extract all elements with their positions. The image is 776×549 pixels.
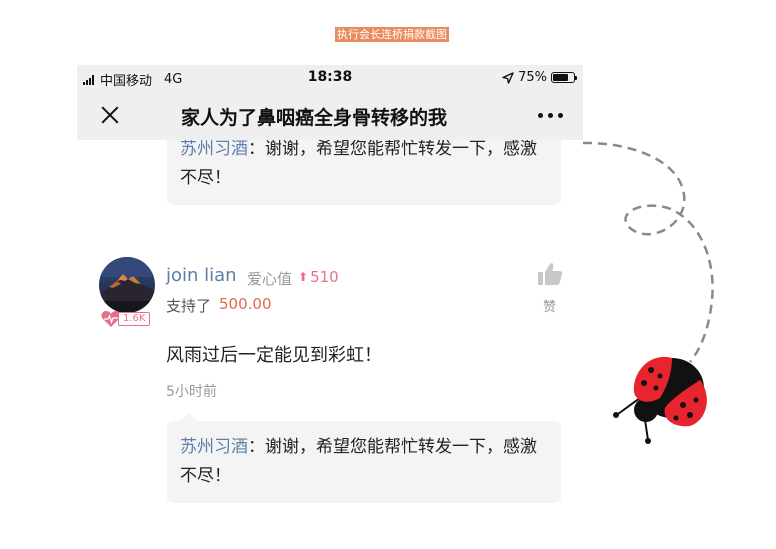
heart-badge: 1.6K bbox=[101, 311, 151, 327]
like-label[interactable]: 赞 bbox=[543, 296, 556, 315]
ladybug-icon bbox=[613, 356, 707, 444]
page-title: 家人为了鼻咽癌全身骨转移的我 bbox=[181, 107, 448, 127]
battery-icon bbox=[551, 72, 577, 83]
comment-text: 风雨过后一定能见到彩虹！ bbox=[166, 345, 382, 366]
love-value-number: 510 bbox=[310, 268, 339, 286]
comment-time: 5小时前 bbox=[166, 384, 217, 400]
battery-percent: 75% bbox=[518, 70, 547, 85]
up-arrow-icon: ⬆ bbox=[298, 270, 309, 284]
commenter-name[interactable]: join lian bbox=[166, 265, 237, 286]
more-icon[interactable] bbox=[538, 113, 563, 118]
reply-bubble-bottom: 苏州习酒：谢谢，希望您能帮忙转发一下，感激不尽！ bbox=[167, 421, 561, 503]
avatar[interactable] bbox=[99, 257, 155, 313]
love-value: ⬆ 510 bbox=[298, 268, 339, 286]
love-label: 爱心值 bbox=[247, 270, 293, 288]
support-amount: 500.00 bbox=[219, 295, 272, 313]
thumbs-up-icon[interactable] bbox=[537, 261, 563, 287]
heart-count: 1.6K bbox=[118, 312, 151, 326]
nav-bar: 家人为了鼻咽癌全身骨转移的我 bbox=[77, 90, 583, 140]
caption-tag: 执行会长连桥捐款截图 bbox=[335, 27, 449, 42]
dashed-flight-path bbox=[582, 141, 714, 363]
reply-author-link[interactable]: 苏州习酒 bbox=[180, 437, 248, 457]
location-arrow-icon bbox=[502, 71, 514, 84]
status-bar: 中国移动 4G 18:38 75% bbox=[77, 65, 583, 90]
phone-screen: 苏州习酒：谢谢，希望您能帮忙转发一下，感激不尽！ 1.6K join lian … bbox=[77, 65, 583, 549]
reply-author-link[interactable]: 苏州习酒 bbox=[180, 139, 248, 159]
close-icon[interactable] bbox=[99, 104, 121, 126]
support-label: 支持了 bbox=[166, 297, 212, 315]
bubble-arrow bbox=[181, 413, 197, 421]
